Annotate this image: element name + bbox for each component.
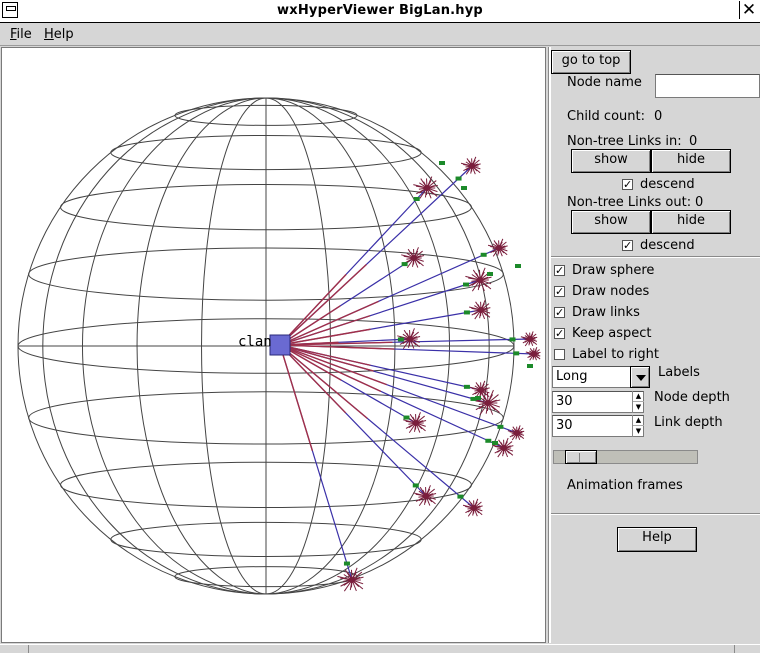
draw-links-label: Draw links: [572, 305, 640, 320]
link-marker: [464, 385, 470, 389]
draw-links-checkbox[interactable]: ✓: [554, 307, 565, 318]
links-in-descend-checkbox[interactable]: ✓: [622, 179, 633, 190]
link-marker: [413, 483, 419, 487]
link-marker: [403, 416, 409, 420]
link-marker: [398, 337, 404, 341]
link-marker: [515, 264, 521, 268]
node-name-label: Node name: [567, 75, 642, 90]
node-dot: [407, 336, 413, 342]
link-marker: [461, 186, 467, 190]
link-marker: [344, 562, 350, 566]
links-out-label: Non-tree Links out:: [567, 195, 691, 210]
slider-thumb[interactable]: [565, 450, 597, 464]
draw-nodes-label: Draw nodes: [572, 284, 649, 299]
node-cluster: [508, 425, 524, 440]
node-dot: [413, 420, 419, 426]
node-depth-input[interactable]: 30: [552, 391, 644, 413]
label-to-right-checkbox[interactable]: [554, 349, 565, 360]
link-marker: [463, 283, 469, 287]
hyperbolic-view-canvas[interactable]: clan: [1, 47, 546, 643]
child-count-value: 0: [654, 109, 662, 124]
links-in-show-button[interactable]: show: [571, 149, 651, 173]
labels-select[interactable]: Long: [552, 366, 632, 388]
child-count-label: Child count:: [567, 109, 645, 124]
title-bar: wxHyperViewer BigLan.hyp ✕: [0, 0, 760, 23]
node-dot: [471, 505, 477, 511]
draw-nodes-checkbox[interactable]: ✓: [554, 286, 565, 297]
keep-aspect-checkbox[interactable]: ✓: [554, 328, 565, 339]
node-dot: [423, 493, 429, 499]
divider: [551, 513, 760, 515]
link-marker: [513, 351, 519, 355]
link-marker: [439, 161, 445, 165]
link: [280, 301, 379, 345]
node-dot: [477, 277, 483, 283]
node-dot: [478, 387, 484, 393]
help-button[interactable]: Help: [617, 527, 697, 552]
link-marker: [456, 177, 462, 181]
window-title: wxHyperViewer BigLan.hyp: [0, 3, 760, 18]
menu-help[interactable]: Help: [44, 27, 74, 42]
node-dot: [485, 400, 491, 406]
draw-sphere-label: Draw sphere: [572, 263, 654, 278]
link-marker: [457, 495, 463, 499]
link-marker: [492, 441, 498, 445]
root-node-label: clan: [238, 334, 272, 350]
link-depth-spinner[interactable]: ▲▼: [632, 415, 644, 437]
divider: [551, 256, 760, 258]
link-marker: [402, 262, 408, 266]
node-depth-spinner[interactable]: ▲▼: [632, 391, 644, 413]
link: [280, 345, 367, 418]
graph-nodes: [337, 157, 540, 591]
label-to-right-label: Label to right: [572, 347, 659, 362]
root-node[interactable]: [270, 335, 290, 355]
node-depth-label: Node depth: [654, 390, 730, 405]
link-marker: [510, 337, 516, 341]
link-marker: [497, 425, 503, 429]
link-depth-label: Link depth: [654, 415, 723, 430]
node-cluster: [461, 157, 481, 174]
menu-bar: File Help: [0, 23, 760, 46]
link-marker: [464, 310, 470, 314]
animation-frames-label: Animation frames: [567, 478, 683, 493]
links-out-hide-button[interactable]: hide: [651, 210, 731, 234]
links-out-descend-checkbox[interactable]: ✓: [622, 240, 633, 251]
menu-file[interactable]: File: [10, 27, 32, 42]
node-dot: [424, 185, 430, 191]
link-marker: [485, 439, 491, 443]
link-depth-input[interactable]: 30: [552, 415, 644, 437]
node-dot: [411, 255, 417, 261]
links-out-show-button[interactable]: show: [571, 210, 651, 234]
links-in-label: Non-tree Links in:: [567, 134, 682, 149]
links-out-descend-label: descend: [640, 238, 695, 253]
link-marker: [475, 396, 481, 400]
links-in-descend-label: descend: [640, 177, 695, 192]
link-marker: [527, 364, 533, 368]
node-dot: [501, 445, 507, 451]
link-marker: [481, 253, 487, 257]
go-to-top-button[interactable]: go to top: [551, 50, 631, 74]
keep-aspect-label: Keep aspect: [572, 326, 652, 341]
links-in-hide-button[interactable]: hide: [651, 149, 731, 173]
control-panel: go to top Node name Child count: 0 Non-t…: [551, 47, 760, 643]
node-dot: [527, 336, 533, 342]
graph-visualization[interactable]: clan: [2, 48, 545, 642]
link-marker: [487, 272, 493, 276]
node-dot: [478, 307, 484, 313]
links-out-value: 0: [695, 195, 703, 210]
node-dot: [469, 163, 475, 169]
links-in-value: 0: [689, 134, 697, 149]
node-dot: [531, 351, 537, 357]
draw-sphere-checkbox[interactable]: ✓: [554, 265, 565, 276]
node-dot: [514, 430, 520, 436]
close-icon[interactable]: ✕: [739, 1, 758, 19]
chevron-down-icon[interactable]: [630, 366, 650, 388]
node-cluster: [403, 412, 426, 432]
node-dot: [349, 577, 355, 583]
link-marker: [414, 197, 420, 201]
labels-label: Labels: [658, 365, 700, 380]
node-name-input[interactable]: [655, 74, 760, 98]
node-dot: [496, 245, 502, 251]
node-cluster: [413, 177, 437, 199]
